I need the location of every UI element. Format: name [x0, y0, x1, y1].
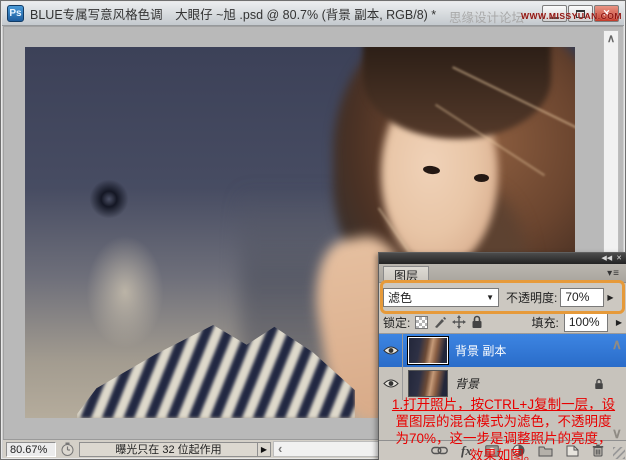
opacity-label: 不透明度:: [506, 289, 557, 306]
layer-lock-icon: [594, 378, 604, 390]
timer-icon: [60, 442, 75, 457]
lock-pixels-brush-icon[interactable]: [433, 315, 447, 329]
lock-all-icon[interactable]: [471, 315, 483, 329]
visibility-toggle[interactable]: [379, 334, 403, 367]
layer-thumbnail[interactable]: [408, 370, 448, 397]
photoshop-document-window: Ps BLUE专属写意风格色调 大眼仔 ~旭 .psd @ 80.7% (背景 …: [0, 0, 626, 460]
eye-icon: [383, 345, 399, 356]
status-tip-text: 曝光只在 32 位起作用: [79, 442, 257, 457]
annotation-line: 1.打开照片，按CTRL+J复制一层，设: [377, 396, 626, 413]
list-scroll-up-icon[interactable]: ∧: [612, 336, 622, 353]
vertical-scrollbar[interactable]: ∧: [603, 30, 619, 254]
panel-close-icon[interactable]: ✕: [616, 255, 622, 262]
watermark-forum-text: 思缘设计论坛: [449, 7, 524, 26]
scroll-left-icon[interactable]: ‹: [278, 444, 282, 454]
lock-label: 锁定:: [383, 314, 410, 331]
panel-tab-row: 图层 ▾≡: [379, 264, 626, 283]
tutorial-annotation: 1.打开照片，按CTRL+J复制一层，设 置图层的混合模式为滤色，不透明度 为7…: [377, 396, 626, 460]
window-title: BLUE专属写意风格色调 大眼仔 ~旭 .psd @ 80.7% (背景 副本,…: [30, 4, 436, 23]
watermark-url-text: WWW.MISSYUAN.COM: [521, 11, 622, 21]
opacity-spinner-icon[interactable]: ▶: [607, 293, 613, 302]
blend-mode-select[interactable]: 滤色 ▼: [383, 288, 499, 307]
lock-row: 锁定: 填充: 100% ▶: [379, 311, 626, 333]
lock-transparency-icon[interactable]: [415, 316, 428, 329]
blend-mode-row: 滤色 ▼ 不透明度: 70% ▶: [379, 283, 626, 311]
tab-layers[interactable]: 图层: [383, 266, 429, 283]
layer-thumbnail[interactable]: [408, 337, 448, 364]
eye-icon: [383, 378, 399, 389]
layer-name[interactable]: 背景 副本: [455, 342, 626, 359]
layer-name[interactable]: 背景: [455, 375, 594, 392]
fill-field[interactable]: 100%: [564, 313, 608, 332]
annotation-line: 为70%，这一步是调整照片的亮度，: [377, 430, 626, 447]
panel-menu-icon[interactable]: ▾≡: [607, 268, 620, 279]
status-menu-arrow[interactable]: ▶: [257, 442, 271, 457]
lock-position-icon[interactable]: [452, 315, 466, 329]
zoom-level-field[interactable]: 80.67%: [6, 442, 56, 457]
photo-right-eye: [474, 174, 489, 182]
layer-row-background-copy[interactable]: 背景 副本: [379, 334, 626, 367]
fill-spinner-icon[interactable]: ▶: [616, 318, 622, 327]
photoshop-app-icon: Ps: [7, 5, 24, 22]
scroll-up-icon[interactable]: ∧: [604, 32, 618, 45]
layers-panel: ◀◀ ✕ 图层 ▾≡ 滤色 ▼ 不透明度: 70% ▶ 锁定:: [378, 252, 626, 460]
opacity-field[interactable]: 70%: [560, 288, 604, 307]
annotation-line: 效果如图。: [377, 447, 626, 460]
annotation-line: 置图层的混合模式为滤色，不透明度: [377, 413, 626, 430]
fill-label: 填充:: [532, 314, 559, 331]
blend-mode-value: 滤色: [388, 289, 486, 306]
panel-title-bar[interactable]: ◀◀ ✕: [379, 253, 626, 264]
panel-collapse-icon[interactable]: ◀◀: [601, 255, 612, 262]
title-bar[interactable]: Ps BLUE专属写意风格色调 大眼仔 ~旭 .psd @ 80.7% (背景 …: [2, 2, 624, 26]
chevron-down-icon: ▼: [486, 293, 494, 302]
